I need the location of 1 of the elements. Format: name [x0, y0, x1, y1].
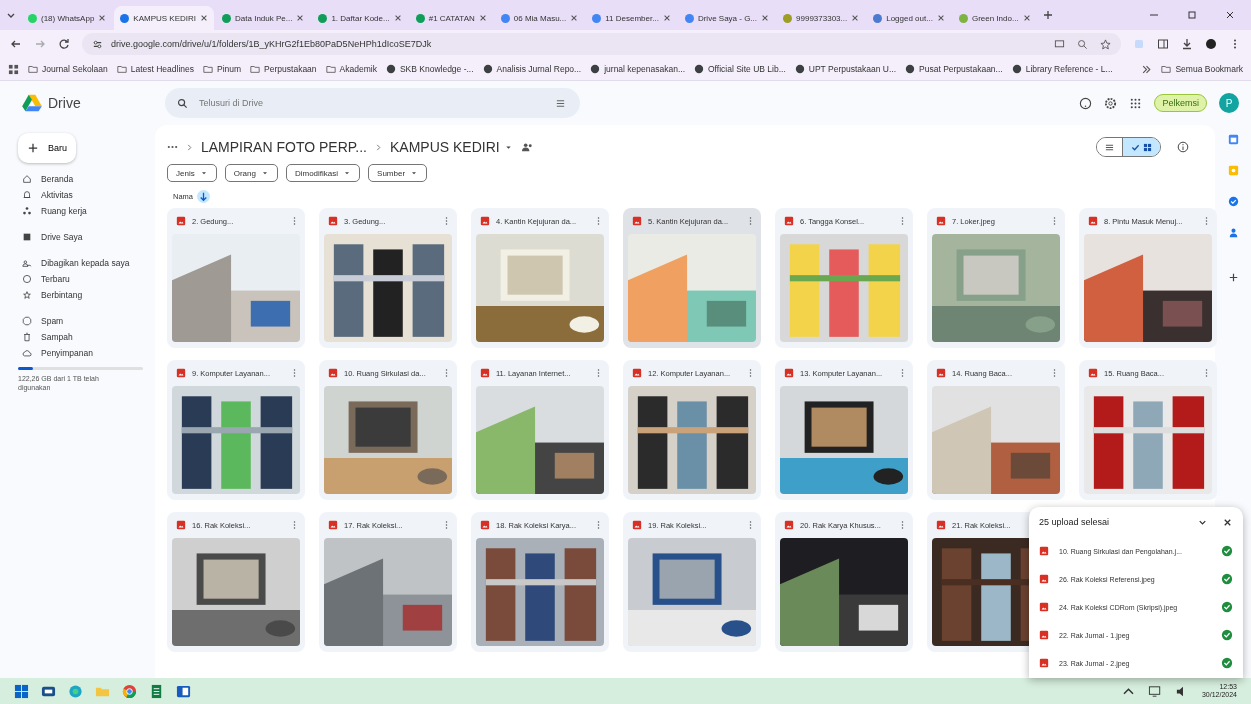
app-name: Drive — [48, 95, 81, 111]
